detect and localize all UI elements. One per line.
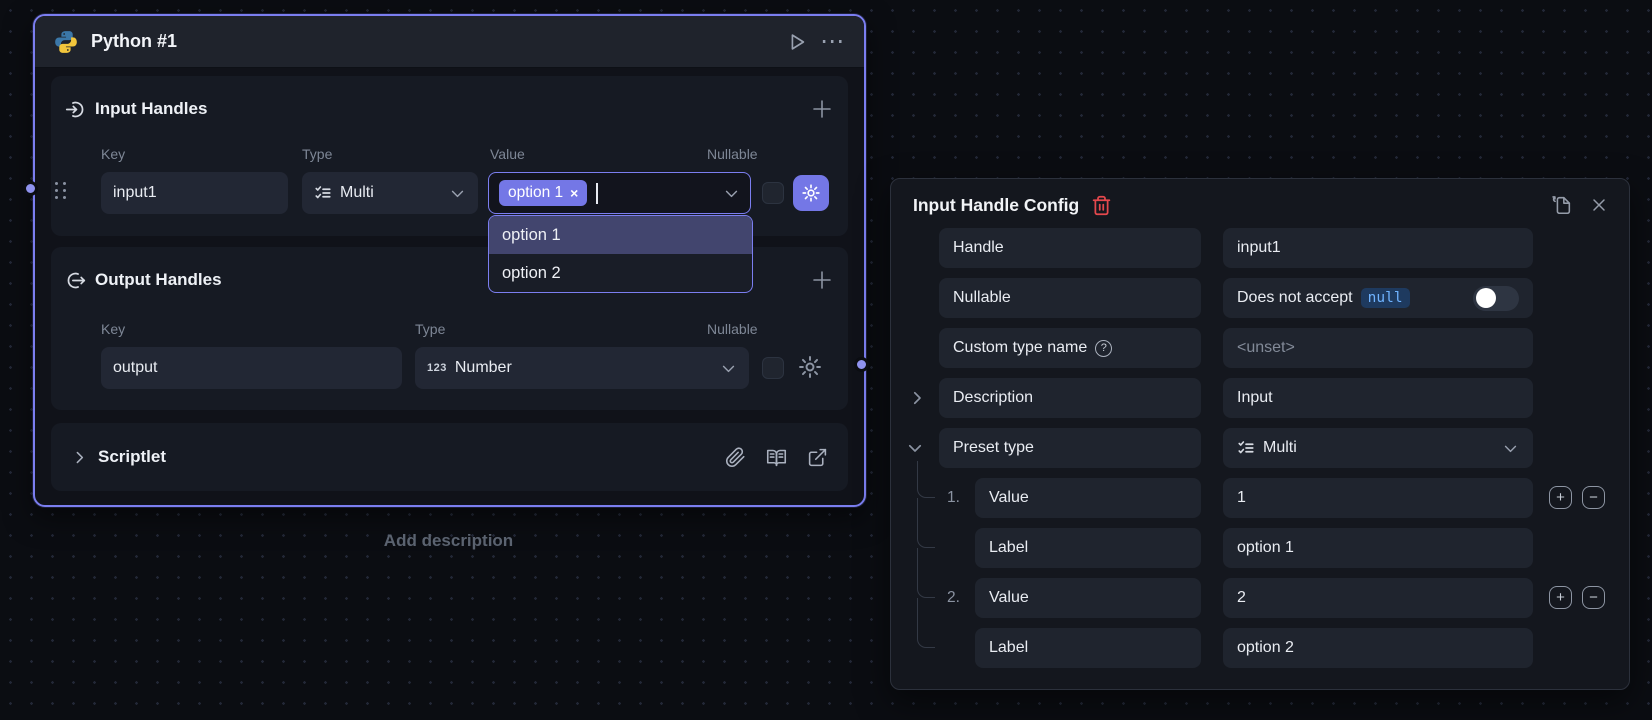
- delete-handle-button[interactable]: [1091, 195, 1112, 216]
- add-item-button[interactable]: +: [1549, 586, 1572, 609]
- chevron-right-icon[interactable]: [908, 389, 926, 407]
- input-handle-config-gear-button[interactable]: [793, 175, 829, 211]
- column-header-key: Key: [101, 146, 125, 162]
- field-label-nullable: Nullable: [939, 278, 1201, 318]
- item-value-field[interactable]: 2: [1223, 578, 1533, 618]
- input-handles-title: Input Handles: [95, 99, 207, 119]
- add-item-button[interactable]: +: [1549, 486, 1572, 509]
- copy-config-icon[interactable]: [1551, 194, 1573, 216]
- output-handle-key-value: output: [113, 359, 157, 377]
- chip-label: option 1: [508, 184, 563, 202]
- chip-remove-icon[interactable]: ×: [570, 185, 578, 201]
- dropdown-option[interactable]: option 1: [489, 216, 752, 254]
- docs-book-icon[interactable]: [766, 447, 787, 468]
- add-description-button[interactable]: Add description: [33, 531, 864, 551]
- panel-title: Input Handle Config: [913, 195, 1079, 216]
- add-input-handle-button[interactable]: [810, 97, 834, 121]
- field-value-handle[interactable]: input1: [1223, 228, 1533, 268]
- null-badge: null: [1361, 288, 1410, 308]
- output-handle-type-value: Number: [455, 359, 512, 377]
- multi-type-icon: [1237, 439, 1255, 457]
- chevron-down-icon: [723, 185, 740, 202]
- item-value-field[interactable]: 1: [1223, 478, 1533, 518]
- help-icon[interactable]: ?: [1095, 340, 1112, 357]
- output-handles-icon: [65, 270, 86, 291]
- multi-type-icon: [314, 184, 332, 202]
- input-handle-config-panel: Input Handle Config Handle input1 Nullab…: [890, 178, 1630, 690]
- field-value-preset-type[interactable]: Multi: [1223, 428, 1533, 468]
- field-value-nullable: Does not accept null: [1223, 278, 1533, 318]
- input-handle-type-select[interactable]: Multi: [302, 172, 478, 214]
- node-title: Python #1: [91, 31, 177, 52]
- toggle-knob: [1476, 288, 1496, 308]
- drag-handle[interactable]: [55, 182, 68, 201]
- value-options-dropdown: option 1 option 2: [488, 215, 753, 293]
- output-handles-title: Output Handles: [95, 270, 222, 290]
- field-label-custom-type: Custom type name ?: [939, 328, 1201, 368]
- dropdown-option[interactable]: option 2: [489, 254, 752, 292]
- nullable-toggle[interactable]: [1473, 286, 1519, 311]
- input-handles-section: Input Handles Key Type Value Nullable in…: [51, 76, 848, 236]
- item-label-label: Label: [975, 628, 1201, 668]
- number-type-icon: 123: [427, 362, 447, 374]
- chevron-down-icon[interactable]: [906, 439, 924, 457]
- tree-connector: [917, 498, 935, 548]
- input-handle-type-value: Multi: [340, 184, 374, 202]
- scriptlet-section[interactable]: Scriptlet: [51, 423, 848, 491]
- chevron-right-icon[interactable]: [71, 449, 88, 466]
- text-cursor: [596, 183, 598, 204]
- input-handle-key-value: input1: [113, 184, 157, 202]
- node-header[interactable]: Python #1 ⋯: [35, 16, 864, 68]
- input-handle-value-multiselect[interactable]: option 1 ×: [488, 172, 751, 214]
- column-header-nullable: Nullable: [707, 321, 758, 337]
- input-handles-icon: [65, 99, 86, 120]
- output-handle-key-field[interactable]: output: [101, 347, 402, 389]
- field-value-custom-type[interactable]: <unset>: [1223, 328, 1533, 368]
- item-label-field[interactable]: option 1: [1223, 528, 1533, 568]
- remove-item-button[interactable]: −: [1582, 486, 1605, 509]
- open-external-icon[interactable]: [807, 447, 828, 468]
- input-handle-key-field[interactable]: input1: [101, 172, 288, 214]
- output-port[interactable]: [854, 357, 869, 372]
- output-handle-type-select[interactable]: 123 Number: [415, 347, 749, 389]
- chevron-down-icon: [1502, 440, 1519, 457]
- selected-option-chip[interactable]: option 1 ×: [499, 180, 587, 206]
- attach-file-icon[interactable]: [725, 447, 746, 468]
- nullable-checkbox[interactable]: [762, 182, 784, 204]
- item-number: 1.: [947, 478, 973, 518]
- tree-connector: [917, 598, 935, 648]
- run-node-button[interactable]: [786, 31, 808, 53]
- column-header-type: Type: [415, 321, 445, 337]
- chevron-down-icon: [720, 360, 737, 377]
- chevron-down-icon: [449, 185, 466, 202]
- field-label-handle: Handle: [939, 228, 1201, 268]
- field-value-description[interactable]: Input: [1223, 378, 1533, 418]
- field-label-preset-type: Preset type: [939, 428, 1201, 468]
- column-header-nullable: Nullable: [707, 146, 758, 162]
- nullable-description-text: Does not accept: [1237, 289, 1353, 307]
- item-value-label: Value: [975, 578, 1201, 618]
- column-header-key: Key: [101, 321, 125, 337]
- item-label-label: Label: [975, 528, 1201, 568]
- column-header-value: Value: [490, 146, 525, 162]
- field-label-description: Description: [939, 378, 1201, 418]
- input-port[interactable]: [23, 181, 38, 196]
- item-value-label: Value: [975, 478, 1201, 518]
- tree-connector: [917, 548, 935, 598]
- remove-item-button[interactable]: −: [1582, 586, 1605, 609]
- close-icon[interactable]: [1589, 195, 1609, 215]
- scriptlet-title: Scriptlet: [98, 447, 166, 467]
- nullable-checkbox[interactable]: [762, 357, 784, 379]
- item-label-field[interactable]: option 2: [1223, 628, 1533, 668]
- python-logo-icon: [53, 29, 79, 55]
- column-header-type: Type: [302, 146, 332, 162]
- item-number: 2.: [947, 578, 973, 618]
- add-output-handle-button[interactable]: [810, 268, 834, 292]
- tree-connector: [917, 461, 935, 498]
- node-menu-button[interactable]: ⋯: [820, 32, 846, 52]
- output-handle-config-gear-button[interactable]: [797, 354, 823, 380]
